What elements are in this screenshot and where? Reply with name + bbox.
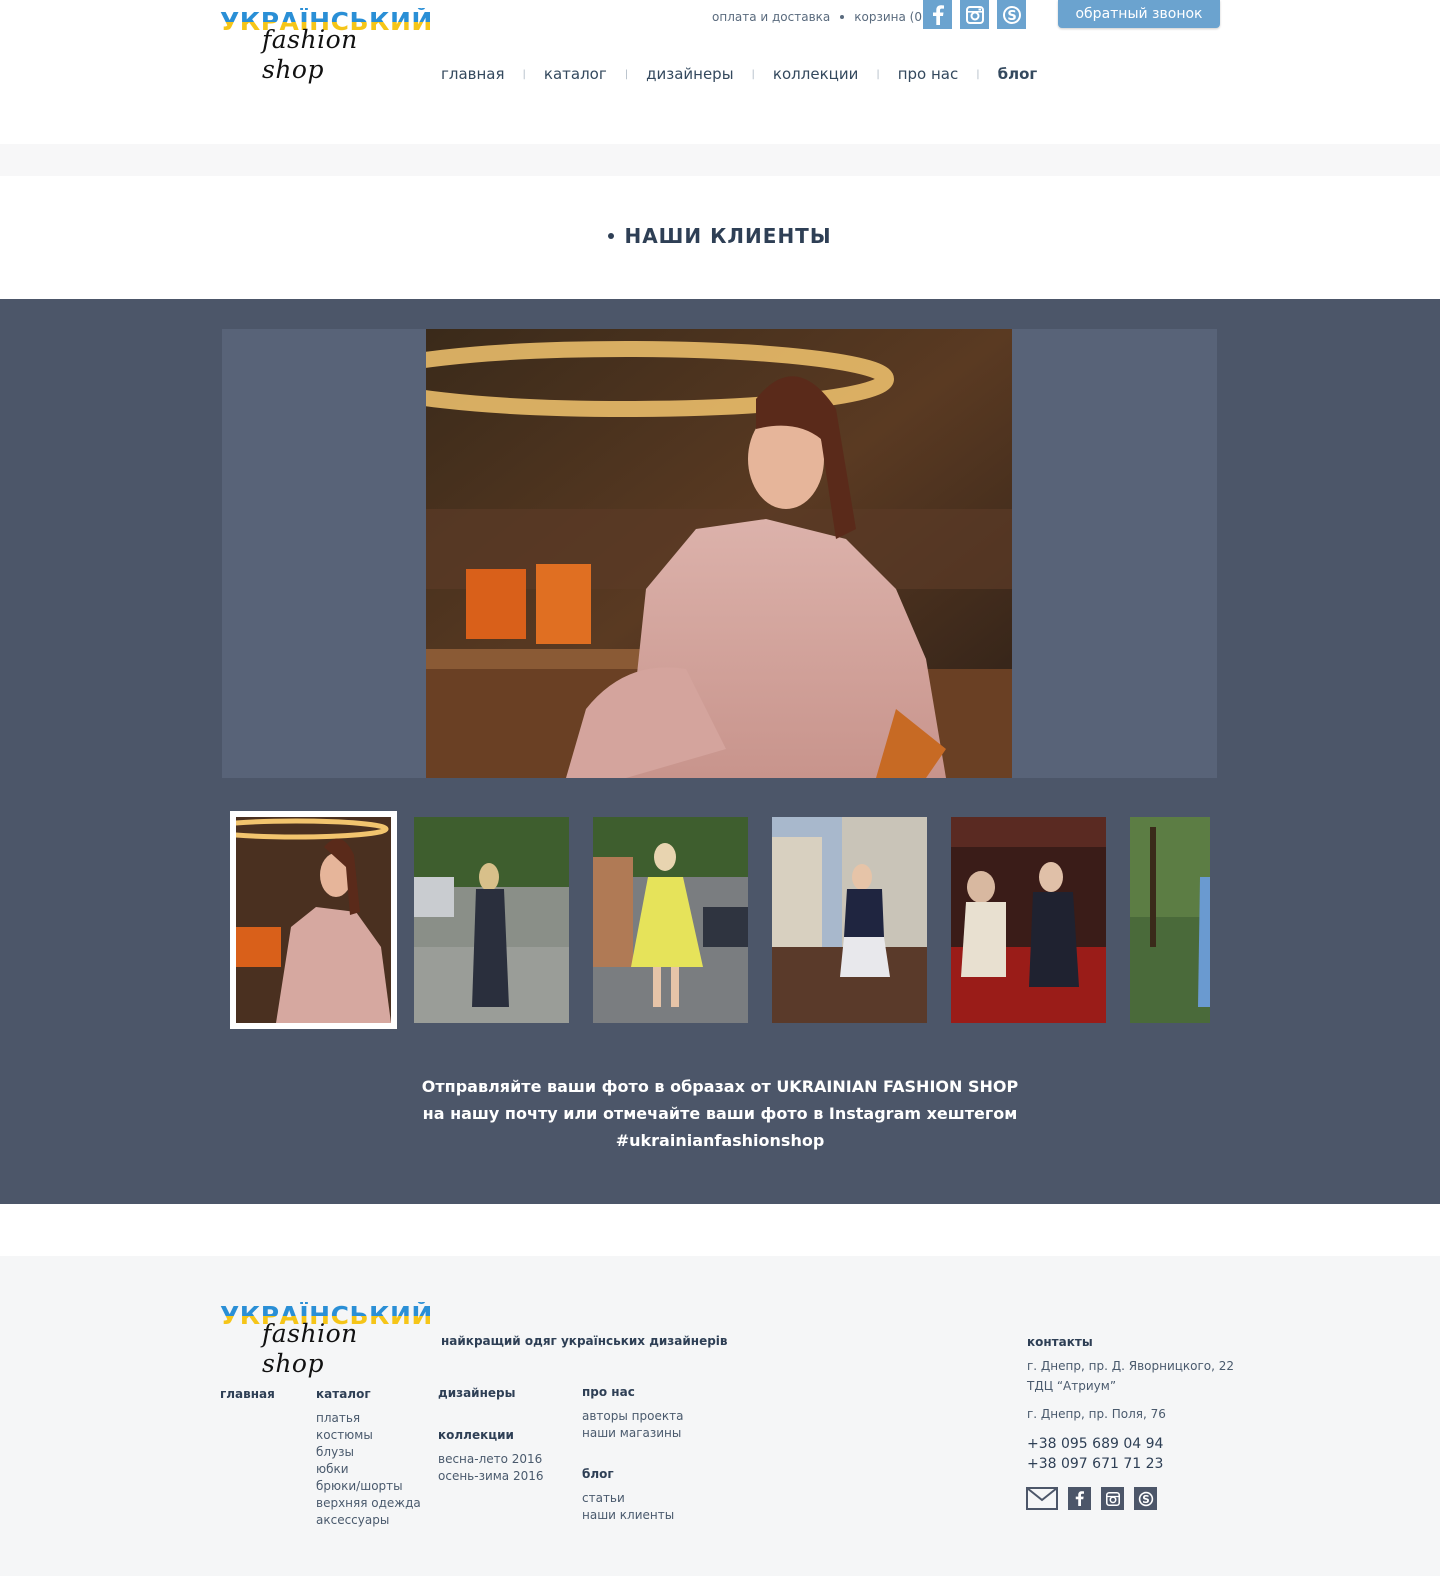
- svg-text:S: S: [1142, 1494, 1149, 1506]
- footer-link-spring-summer[interactable]: весна-лето 2016: [438, 1451, 544, 1468]
- nav-item-blog[interactable]: блог: [998, 65, 1038, 83]
- footer-link-home[interactable]: главная: [220, 1386, 275, 1403]
- thumbnail-3[interactable]: [593, 817, 748, 1023]
- skype-icon[interactable]: S: [997, 0, 1026, 29]
- thumbnail-image: [772, 817, 927, 1023]
- thumbnail-2[interactable]: [414, 817, 569, 1023]
- phone-2[interactable]: +38 097 671 71 23: [1027, 1454, 1247, 1474]
- caption-line: #ukrainianfashionshop: [615, 1131, 825, 1150]
- header: УКРАЇНСЬКИЙ fashion shop оплата и достав…: [0, 0, 1440, 144]
- thumbnail-6[interactable]: [1130, 817, 1210, 1023]
- footer: УКРАЇНСЬКИЙ fashion shop найкращий одяг …: [0, 1256, 1440, 1576]
- header-social: S: [923, 0, 1026, 29]
- page-title: НАШИ КЛИЕНТЫ: [0, 224, 1440, 248]
- callback-button[interactable]: обратный звонок: [1058, 0, 1220, 28]
- page-title-text: НАШИ КЛИЕНТЫ: [624, 224, 832, 248]
- caption-line: Отправляйте ваши фото в образах от UKRAI…: [421, 1077, 1019, 1096]
- dot-separator: [840, 15, 845, 19]
- facebook-icon[interactable]: [923, 0, 952, 29]
- thumbnail-strip: [230, 811, 1216, 1029]
- nav-item-designers[interactable]: дизайнеры: [646, 65, 733, 83]
- footer-link-suits[interactable]: костюмы: [316, 1427, 421, 1444]
- footer-link-designers[interactable]: дизайнеры: [438, 1385, 515, 1402]
- instagram-icon[interactable]: [960, 0, 989, 29]
- thumbnail-image: [1130, 817, 1210, 1023]
- svg-text:S: S: [1007, 9, 1016, 24]
- contacts-heading: контакты: [1027, 1335, 1093, 1349]
- title-bullet: [608, 232, 615, 239]
- footer-social: S: [1026, 1487, 1157, 1510]
- main-nav: главная | каталог | дизайнеры | коллекци…: [441, 63, 1037, 85]
- footer-col-about: про нас авторы проекта наши магазины: [582, 1384, 683, 1442]
- footer-link-outerwear[interactable]: верхняя одежда: [316, 1495, 421, 1512]
- footer-col-home: главная: [220, 1386, 275, 1410]
- thumbnail-image: [951, 817, 1106, 1023]
- thumbnail-image: [414, 817, 569, 1023]
- footer-link-blog[interactable]: блог: [582, 1466, 674, 1483]
- footer-link-shops[interactable]: наши магазины: [582, 1425, 683, 1442]
- footer-link-blouses[interactable]: блузы: [316, 1444, 421, 1461]
- divider-band: [0, 144, 1440, 176]
- nav-separator: |: [876, 68, 880, 80]
- main-photo[interactable]: [426, 329, 1012, 778]
- thumbnail-image: [236, 817, 391, 1023]
- cart-link[interactable]: корзина (0): [854, 10, 926, 24]
- address-1-mall: ТДЦ “Атриум”: [1027, 1379, 1117, 1393]
- client-gallery: Отправляйте ваши фото в образах от UKRAI…: [0, 299, 1440, 1204]
- nav-item-catalog[interactable]: каталог: [544, 65, 607, 83]
- footer-link-dresses[interactable]: платья: [316, 1410, 421, 1427]
- footer-link-autumn-winter[interactable]: осень-зима 2016: [438, 1468, 544, 1485]
- thumbnail-4[interactable]: [772, 817, 927, 1023]
- footer-col-catalog: каталог платья костюмы блузы юбки брюки/…: [316, 1386, 421, 1529]
- footer-link-articles[interactable]: статьи: [582, 1490, 674, 1507]
- footer-link-authors[interactable]: авторы проекта: [582, 1408, 683, 1425]
- nav-item-collections[interactable]: коллекции: [773, 65, 858, 83]
- footer-link-about[interactable]: про нас: [582, 1384, 683, 1401]
- nav-item-home[interactable]: главная: [441, 65, 505, 83]
- footer-link-our-clients[interactable]: наши клиенты: [582, 1507, 674, 1524]
- nav-separator: |: [751, 68, 755, 80]
- nav-separator: |: [976, 68, 980, 80]
- thumbnail-5[interactable]: [951, 817, 1106, 1023]
- nav-separator: |: [522, 68, 526, 80]
- footer-logo[interactable]: УКРАЇНСЬКИЙ fashion shop: [220, 1302, 432, 1379]
- phone-1[interactable]: +38 095 689 04 94: [1027, 1434, 1247, 1454]
- footer-link-collections[interactable]: коллекции: [438, 1427, 544, 1444]
- footer-link-skirts[interactable]: юбки: [316, 1461, 421, 1478]
- thumbnail-image: [593, 817, 748, 1023]
- main-photo-frame: [222, 329, 1217, 778]
- instagram-icon[interactable]: [1101, 1487, 1124, 1510]
- footer-col-designers: дизайнеры: [438, 1385, 515, 1409]
- address-1: г. Днепр, пр. Д. Яворницкого, 22: [1027, 1359, 1235, 1373]
- thumbnail-1[interactable]: [230, 811, 397, 1029]
- footer-contacts: контакты г. Днепр, пр. Д. Яворницкого, 2…: [1027, 1332, 1247, 1474]
- logo-bottom-text: fashion shop: [262, 25, 358, 84]
- mail-icon[interactable]: [1026, 1487, 1058, 1510]
- skype-icon[interactable]: S: [1134, 1487, 1157, 1510]
- footer-col-blog: блог статьи наши клиенты: [582, 1466, 674, 1524]
- footer-col-collections: коллекции весна-лето 2016 осень-зима 201…: [438, 1427, 544, 1485]
- top-links: оплата и доставка корзина (0): [712, 9, 927, 25]
- footer-tagline: найкращий одяг українських дизайнерів: [441, 1334, 728, 1348]
- facebook-icon[interactable]: [1068, 1487, 1091, 1510]
- footer-link-trousers[interactable]: брюки/шорты: [316, 1478, 421, 1495]
- logo-bottom-text: fashion shop: [262, 1319, 358, 1378]
- footer-link-catalog[interactable]: каталог: [316, 1386, 421, 1403]
- caption-line: на нашу почту или отмечайте ваши фото в …: [422, 1104, 1018, 1123]
- main-photo-image: [426, 329, 1012, 778]
- logo[interactable]: УКРАЇНСЬКИЙ fashion shop: [220, 8, 432, 85]
- gallery-caption: Отправляйте ваши фото в образах от UKRAI…: [0, 1073, 1440, 1154]
- address-2: г. Днепр, пр. Поля, 76: [1027, 1407, 1166, 1421]
- nav-separator: |: [624, 68, 629, 80]
- nav-item-about[interactable]: про нас: [898, 65, 959, 83]
- footer-link-accessories[interactable]: аксессуары: [316, 1512, 421, 1529]
- payment-delivery-link[interactable]: оплата и доставка: [712, 10, 830, 24]
